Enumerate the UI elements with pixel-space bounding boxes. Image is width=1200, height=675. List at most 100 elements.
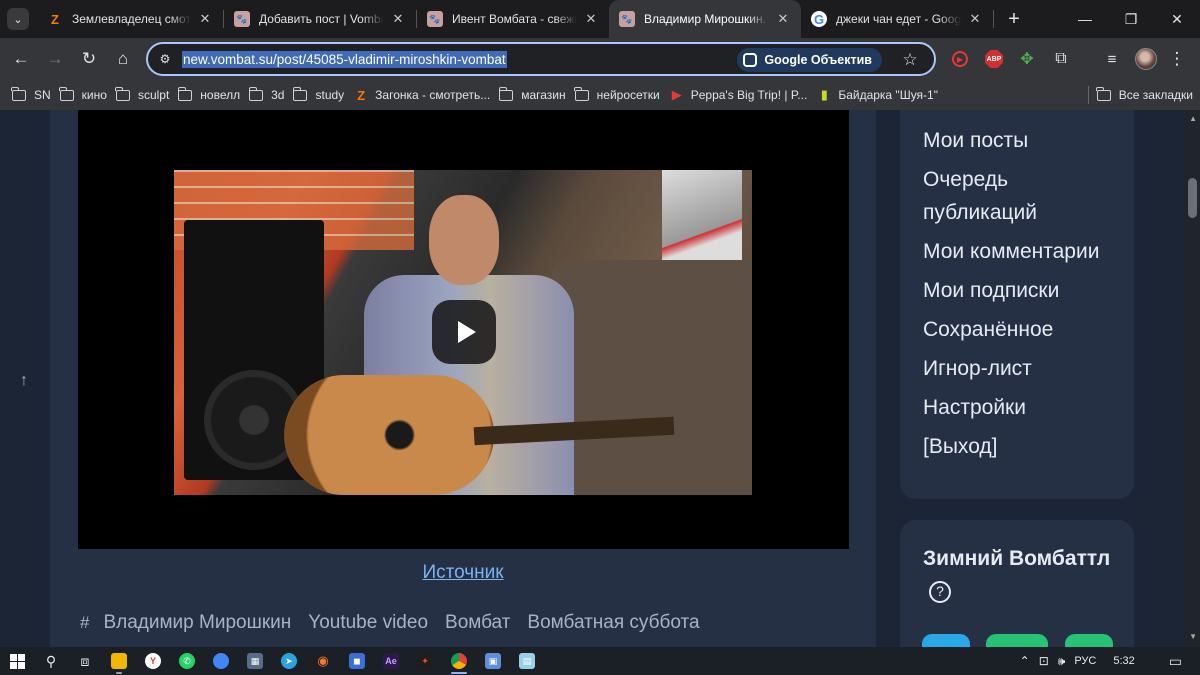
chrome-icon[interactable] (442, 647, 476, 675)
bookmark-star-icon[interactable]: ☆ (898, 48, 922, 72)
close-tab-icon[interactable]: ✕ (197, 11, 213, 27)
menu-publication-queue[interactable]: Очередь публикаций (923, 163, 1123, 229)
video-player[interactable] (78, 110, 849, 549)
google-lens-button[interactable]: Google Объектив (737, 48, 882, 72)
after-effects-icon[interactable]: Ae (374, 647, 408, 675)
chevron-up-icon[interactable]: ⌃ (1020, 654, 1030, 668)
notepad-icon[interactable]: ▤ (510, 647, 544, 675)
tag-link[interactable]: Youtube video (308, 612, 428, 634)
bookmark-folder[interactable]: нейросетки (573, 83, 667, 107)
menu-my-comments[interactable]: Мои комментарии (923, 235, 1134, 268)
menu-settings[interactable]: Настройки (923, 391, 1134, 424)
source-link[interactable]: Источник (50, 562, 876, 584)
media-control-icon[interactable]: ≡ (1100, 47, 1124, 71)
google-favicon-icon: G (811, 11, 827, 27)
forward-icon[interactable]: → (39, 43, 71, 75)
notifications-icon[interactable]: ▭ (1169, 653, 1182, 670)
close-tab-icon[interactable]: ✕ (390, 11, 406, 27)
tab-search-button[interactable]: ⌄ (7, 8, 29, 30)
adblock-plus-icon[interactable]: ABP (982, 47, 1006, 71)
whatsapp-icon[interactable]: ✆ (170, 647, 204, 675)
folder-icon (1096, 86, 1111, 101)
network-icon[interactable]: ⊡ (1039, 654, 1049, 668)
menu-ignore-list[interactable]: Игнор-лист (923, 352, 1134, 385)
folder-icon (498, 86, 514, 101)
tab-4-active[interactable]: 🐾 Владимир Мирошкин. В ✕ (609, 0, 801, 38)
page-scrollbar[interactable]: ▲ ▼ (1185, 110, 1200, 647)
minimize-icon[interactable]: — (1062, 0, 1108, 38)
scroll-up-icon[interactable]: ▲ (1189, 114, 1197, 123)
menu-saved[interactable]: Сохранённое (923, 313, 1134, 346)
bookmark-folder[interactable]: новелл (176, 83, 247, 107)
color-extension-icon[interactable]: ✥ (1015, 47, 1039, 71)
close-window-icon[interactable]: ✕ (1154, 0, 1200, 38)
scroll-down-icon[interactable]: ▼ (1189, 632, 1197, 641)
volume-icon[interactable]: 🕪 (1058, 654, 1066, 669)
close-tab-icon[interactable]: ✕ (583, 11, 599, 27)
widget-green-button[interactable] (1065, 634, 1113, 647)
youtube-extension-icon[interactable]: ▶ (948, 47, 972, 71)
telegram-icon[interactable]: ➤ (272, 647, 306, 675)
user-menu: Мои посты Очередь публикаций Мои коммент… (900, 110, 1134, 499)
url-text[interactable]: new.vombat.su/post/45085-vladimir-mirosh… (182, 50, 507, 68)
widget-green-button[interactable] (986, 634, 1048, 647)
bookmark-folder[interactable]: study (291, 83, 351, 107)
kebab-menu-icon[interactable]: ⋮ (1165, 47, 1189, 71)
tab-title: джеки чан едет - Google (836, 12, 961, 26)
all-bookmarks-button[interactable]: Все закладки (1095, 83, 1200, 107)
close-tab-icon[interactable]: ✕ (775, 11, 791, 27)
search-icon[interactable]: ⚲ (34, 647, 68, 675)
profile-avatar[interactable] (1134, 47, 1158, 71)
address-bar[interactable]: ⚙ new.vombat.su/post/45085-vladimir-miro… (146, 42, 936, 76)
bookmark-link[interactable]: ▮ Байдарка "Шуя-1" (814, 83, 945, 107)
app-blue-icon[interactable]: ◼ (340, 647, 374, 675)
tab-5[interactable]: G джеки чан едет - Google ✕ (801, 0, 993, 38)
bookmark-label: новелл (200, 88, 241, 102)
bookmark-label: Все закладки (1118, 88, 1193, 102)
site-info-icon[interactable]: ⚙ (154, 48, 176, 70)
bookmark-label: Peppa's Big Trip! | P... (690, 88, 808, 102)
clock[interactable]: 5:32 (1113, 655, 1134, 667)
bookmark-link[interactable]: Z Загонка - смотреть... (351, 83, 497, 107)
home-icon[interactable]: ⌂ (107, 43, 139, 75)
tab-2[interactable]: 🐾 Добавить пост | Vombat ✕ (224, 0, 416, 38)
help-icon[interactable]: ? (929, 580, 951, 603)
reload-icon[interactable]: ↻ (73, 43, 105, 75)
restore-icon[interactable]: ❐ (1108, 0, 1154, 38)
start-button[interactable] (0, 647, 34, 675)
calculator-icon[interactable]: ▦ (238, 647, 272, 675)
tag-link[interactable]: Владимир Мирошкин (103, 612, 291, 634)
yandex-browser-icon[interactable]: Y (136, 647, 170, 675)
tag-link[interactable]: Вомбат (445, 612, 510, 634)
menu-my-posts[interactable]: Мои посты (923, 124, 1134, 157)
bookmark-label: нейросетки (596, 88, 660, 102)
close-tab-icon[interactable]: ✕ (967, 11, 983, 27)
bookmark-folder[interactable]: 3d (247, 83, 291, 107)
scrollbar-thumb[interactable] (1188, 178, 1197, 218)
bookmark-link[interactable]: ▶ Peppa's Big Trip! | P... (667, 83, 815, 107)
task-view-icon[interactable]: ⧈ (68, 647, 102, 675)
back-icon[interactable]: ← (5, 43, 37, 75)
file-explorer-icon[interactable] (102, 647, 136, 675)
scroll-to-top-icon[interactable]: ↑ (20, 372, 28, 390)
bookmark-folder[interactable]: SN (10, 83, 58, 107)
blender-icon[interactable]: ◉ (306, 647, 340, 675)
tab-3[interactable]: 🐾 Ивент Вомбата - свежие ✕ (417, 0, 609, 38)
tag-link[interactable]: Вомбатная суббота (527, 612, 699, 634)
menu-my-subscriptions[interactable]: Мои подписки (923, 274, 1134, 307)
video-thumbnail (174, 170, 752, 495)
photos-icon[interactable]: ▣ (476, 647, 510, 675)
language-indicator[interactable]: РУС (1074, 655, 1096, 667)
figma-icon[interactable]: ✦ (408, 647, 442, 675)
menu-logout[interactable]: [Выход] (923, 430, 1134, 463)
new-tab-button[interactable]: + (1000, 5, 1028, 33)
chrome-alt-icon[interactable] (204, 647, 238, 675)
play-button-icon[interactable] (432, 300, 496, 364)
bookmark-folder[interactable]: кино (58, 83, 114, 107)
bookmark-folder[interactable]: sculpt (114, 83, 176, 107)
extensions-puzzle-icon[interactable]: ⧉ (1049, 47, 1073, 71)
tab-1[interactable]: Z Землевладелец смотреть ✕ (37, 0, 223, 38)
bookmark-folder[interactable]: магазин (497, 83, 572, 107)
wombat-favicon-icon: 🐾 (234, 11, 250, 27)
widget-blue-button[interactable] (922, 634, 970, 647)
